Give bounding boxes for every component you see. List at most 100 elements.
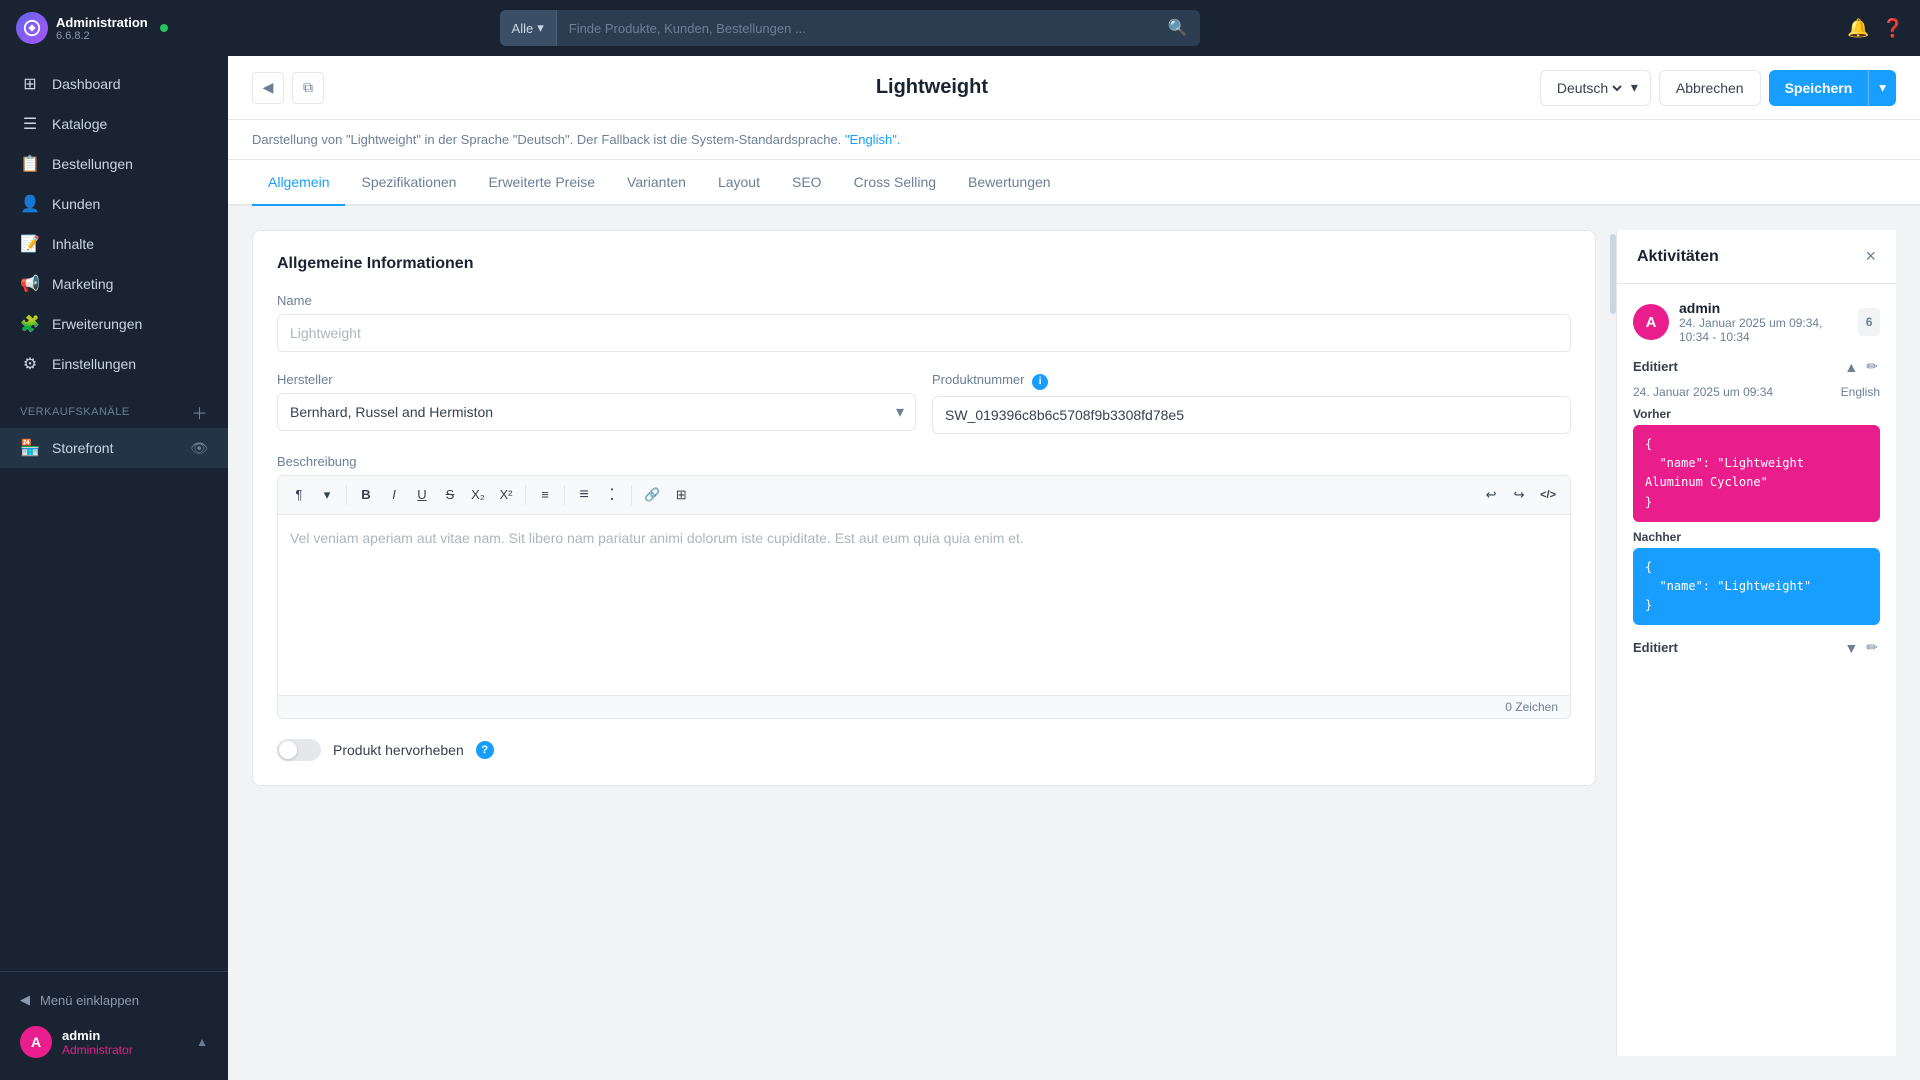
scrollbar-thumb[interactable] [1610,234,1616,314]
toolbar-undo[interactable]: ↩ [1478,482,1504,508]
toolbar-underline[interactable]: U [409,482,435,508]
toolbar-html[interactable]: </> [1534,482,1562,508]
search-filter-button[interactable]: Alle ▾ [500,10,557,46]
english-link[interactable]: "English". [845,132,900,147]
user-avatar: A [20,1026,52,1058]
hersteller-label: Hersteller [277,372,916,387]
scrollbar-track [1610,230,1616,1056]
sidebar-item-einstellungen[interactable]: ⚙ Einstellungen [0,344,228,384]
language-dropdown[interactable]: Deutsch English [1553,79,1625,97]
einstellungen-icon: ⚙ [20,354,40,374]
back-button[interactable]: ◀ [252,72,284,104]
tab-cross-selling[interactable]: Cross Selling [838,160,952,206]
activity-panel: Aktivitäten × A admin 24. Januar 2025 um… [1616,230,1896,1056]
sidebar-item-bestellungen[interactable]: 📋 Bestellungen [0,144,228,184]
toolbar-bold[interactable]: B [353,482,379,508]
search-submit-button[interactable]: 🔍 [1156,18,1200,38]
sidebar-nav: ⊞ Dashboard ☰ Kataloge 📋 Bestellungen 👤 … [0,56,228,971]
highlight-toggle[interactable] [277,739,321,761]
section-title: Allgemeine Informationen [277,255,1571,273]
activity-section-1-collapse-button[interactable]: ▲ [1844,359,1858,375]
save-dropdown-button[interactable]: ▾ [1868,70,1896,106]
activity-user-row: A admin 24. Januar 2025 um 09:34, 10:34 … [1633,300,1880,344]
description-editor: ¶ ▾ B I U S X₂ X² ≡ [277,475,1571,719]
sidebar-item-storefront[interactable]: 🏪 Storefront 👁 [0,428,228,468]
activity-section-1-title: Editiert [1633,359,1678,374]
sidebar-item-label: Inhalte [52,236,94,252]
toolbar-redo[interactable]: ↪ [1506,482,1532,508]
toolbar-link[interactable]: 🔗 [638,482,666,508]
activity-close-button[interactable]: × [1865,246,1876,267]
activity-section-2-actions: ▼ ✏ [1844,637,1880,658]
search-input[interactable] [557,21,1156,36]
sidebar-item-kunden[interactable]: 👤 Kunden [0,184,228,224]
user-profile[interactable]: A admin Administrator ▲ [20,1016,208,1068]
hersteller-field-group: Hersteller Bernhard, Russel and Hermisto… [277,372,916,434]
toolbar-paragraph[interactable]: ¶ [286,482,312,508]
notification-icon[interactable]: 🔔 [1847,18,1869,39]
produktnummer-label: Produktnummer i [932,372,1571,390]
cancel-button[interactable]: Abbrechen [1659,70,1761,106]
erweiterungen-icon: 🧩 [20,314,40,334]
help-icon[interactable]: ❓ [1882,18,1904,39]
activity-section-2-expand-button[interactable]: ▼ [1844,640,1858,656]
toolbar-italic[interactable]: I [381,482,407,508]
activity-section-2-edit-button[interactable]: ✏ [1864,637,1880,658]
hersteller-select-wrapper: Bernhard, Russel and Hermiston [277,393,916,431]
editor-placeholder: Vel veniam aperiam aut vitae nam. Sit li… [290,527,1558,549]
toolbar-ul[interactable]: ⁚ [599,482,625,508]
sidebar-item-label: Erweiterungen [52,316,142,332]
inhalte-icon: 📝 [20,234,40,254]
hersteller-produktnummer-row: Hersteller Bernhard, Russel and Hermisto… [277,372,1571,434]
tab-erweiterte-preise[interactable]: Erweiterte Preise [472,160,611,206]
sidebar-item-dashboard[interactable]: ⊞ Dashboard [0,64,228,104]
section-label: Verkaufskanäle [20,406,130,418]
tab-layout[interactable]: Layout [702,160,776,206]
tab-spezifikationen[interactable]: Spezifikationen [345,160,472,206]
tab-allgemein[interactable]: Allgemein [252,160,345,206]
collapse-label: Menü einklappen [40,993,139,1008]
produktnummer-info-icon[interactable]: i [1032,374,1048,390]
before-code-name: "name": "Lightweight Aluminum Cyclone" [1645,454,1868,492]
online-status-dot [160,24,168,32]
toolbar-ol[interactable]: ≡ [571,482,597,508]
save-button[interactable]: Speichern [1769,70,1869,106]
sidebar-item-marketing[interactable]: 📢 Marketing [0,264,228,304]
language-selector[interactable]: Deutsch English ▾ [1540,70,1651,106]
sidebar-item-inhalte[interactable]: 📝 Inhalte [0,224,228,264]
activity-section-1-edit-button[interactable]: ✏ [1864,356,1880,377]
toolbar-strikethrough[interactable]: S [437,482,463,508]
highlight-help-icon[interactable]: ? [476,741,494,759]
collapse-menu-button[interactable]: ◀ Menü einklappen [20,984,208,1016]
hersteller-select[interactable]: Bernhard, Russel and Hermiston [277,393,916,431]
sidebar-item-label: Einstellungen [52,356,136,372]
toolbar-align[interactable]: ≡ [532,482,558,508]
sidebar-item-erweiterungen[interactable]: 🧩 Erweiterungen [0,304,228,344]
highlight-label: Produkt hervorheben [333,742,464,758]
header-nav-icons: ◀ ⧉ [252,72,324,104]
main-content: Allgemeine Informationen Name Hersteller [228,206,1920,1080]
add-channel-button[interactable]: ＋ [191,400,208,424]
name-input[interactable] [277,314,1571,352]
toolbar-format[interactable]: ▾ [314,482,340,508]
scroll-column [1604,230,1616,1056]
tab-seo[interactable]: SEO [776,160,838,206]
app-name: Administration [56,15,148,30]
sidebar-item-kataloge[interactable]: ☰ Kataloge [0,104,228,144]
after-code-close: } [1645,596,1868,615]
activity-body: A admin 24. Januar 2025 um 09:34, 10:34 … [1617,284,1896,1056]
toolbar-superscript[interactable]: X² [493,482,519,508]
produktnummer-input[interactable] [932,396,1571,434]
editor-body[interactable]: Vel veniam aperiam aut vitae nam. Sit li… [278,515,1570,695]
tab-varianten[interactable]: Varianten [611,160,702,206]
copy-button[interactable]: ⧉ [292,72,324,104]
activity-user-avatar: A [1633,304,1669,340]
chevron-down-icon: ▾ [537,20,544,36]
after-code: { [1645,558,1868,577]
after-code-name: "name": "Lightweight" [1645,577,1868,596]
activity-header: Aktivitäten × [1617,230,1896,284]
tab-bewertungen[interactable]: Bewertungen [952,160,1067,206]
toolbar-subscript[interactable]: X₂ [465,482,491,508]
activity-date: 24. Januar 2025 um 09:34, 10:34 - 10:34 [1679,316,1848,344]
toolbar-table[interactable]: ⊞ [668,482,694,508]
